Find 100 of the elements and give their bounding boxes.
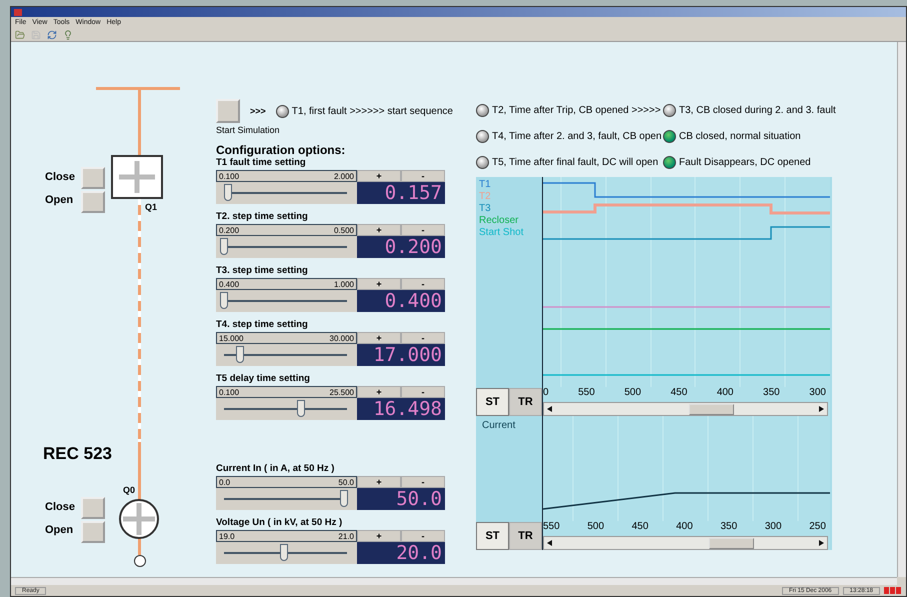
slider-thumb[interactable] bbox=[224, 184, 232, 201]
legend-label: Start Shot bbox=[479, 227, 524, 239]
legend-label: Recloser bbox=[479, 215, 520, 227]
range-bar: 0.400 1.000 bbox=[216, 278, 357, 290]
increase-button[interactable]: + bbox=[357, 278, 401, 290]
axis-label: 550 bbox=[578, 387, 595, 400]
close-label: Close bbox=[45, 501, 75, 513]
folder-icon[interactable] bbox=[15, 30, 25, 40]
axis-label: 300 bbox=[764, 521, 782, 534]
scrollbar[interactable] bbox=[897, 42, 906, 577]
scrollbar[interactable] bbox=[11, 577, 897, 585]
increase-button[interactable]: + bbox=[357, 386, 401, 398]
setting-label: T5 delay time setting bbox=[216, 373, 311, 385]
open-label: Open bbox=[45, 194, 74, 206]
indicator-label: T2, Time after Trip, CB opened >>>>> bbox=[476, 97, 663, 123]
slider-thumb[interactable] bbox=[236, 346, 244, 363]
indicator-label: T1, first fault >>>>>> start sequence bbox=[276, 98, 453, 124]
axis-label: 550 bbox=[543, 521, 560, 534]
setting-label: Current In ( in A, at 50 Hz ) bbox=[216, 463, 336, 475]
arrows-label: >>> bbox=[250, 106, 266, 116]
indicator-label: T5, Time after final fault, DC will open bbox=[476, 149, 663, 175]
axis-label: 500 bbox=[624, 387, 642, 400]
start-label: Start Simulation bbox=[216, 125, 281, 135]
open-button[interactable] bbox=[81, 191, 105, 213]
start-button[interactable] bbox=[216, 99, 240, 123]
close-button[interactable] bbox=[81, 497, 105, 519]
right-arrow-icon[interactable] bbox=[819, 406, 824, 412]
setting-label: T2. step time setting bbox=[216, 211, 309, 223]
terminal-icon bbox=[133, 554, 147, 568]
increase-button[interactable]: + bbox=[357, 530, 401, 542]
scroll-thumb[interactable] bbox=[689, 404, 734, 415]
legend-label: T1 bbox=[479, 179, 492, 191]
close-button[interactable] bbox=[81, 167, 105, 189]
increase-button[interactable]: + bbox=[357, 332, 401, 344]
chart-tab[interactable]: ST bbox=[476, 522, 509, 550]
breaker-label: Q1 bbox=[145, 202, 158, 212]
section-title: Configuration options: bbox=[216, 143, 346, 157]
axis-label: 300 bbox=[809, 387, 826, 400]
range-bar: 0.100 2.000 bbox=[216, 170, 357, 182]
decrease-button[interactable]: - bbox=[401, 530, 445, 542]
axis-label: 0 bbox=[543, 387, 549, 400]
scrollbar[interactable] bbox=[543, 536, 828, 550]
indicator-label: Fault Disappears, DC opened bbox=[663, 149, 886, 175]
axis-label: 500 bbox=[587, 521, 604, 534]
increase-button[interactable]: + bbox=[357, 224, 401, 236]
decrease-button[interactable]: - bbox=[401, 386, 445, 398]
left-arrow-icon[interactable] bbox=[547, 406, 552, 412]
chart-tab[interactable]: TR bbox=[509, 522, 542, 550]
open-button[interactable] bbox=[81, 521, 105, 543]
setting-label: T1 fault time setting bbox=[216, 157, 307, 169]
logo-icon bbox=[884, 587, 902, 594]
range-bar: 0.100 25.500 bbox=[216, 386, 357, 398]
indicator-label: CB closed, normal situation bbox=[663, 123, 886, 149]
setting-label: Voltage Un ( in kV, at 50 Hz ) bbox=[216, 517, 344, 529]
breaker-icon bbox=[118, 498, 160, 540]
scroll-thumb[interactable] bbox=[709, 538, 754, 549]
refresh-icon[interactable] bbox=[47, 30, 57, 40]
device-label: REC 523 bbox=[43, 444, 112, 464]
close-label: Close bbox=[45, 171, 75, 183]
indicator-label: T3, CB closed during 2. and 3. fault bbox=[663, 97, 886, 123]
scrollbar[interactable] bbox=[543, 402, 828, 416]
legend-label: T2 bbox=[479, 191, 492, 203]
slider-thumb[interactable] bbox=[340, 490, 348, 507]
decrease-button[interactable]: - bbox=[401, 170, 445, 182]
setting-label: T3. step time setting bbox=[216, 265, 309, 277]
increase-button[interactable]: + bbox=[357, 170, 401, 182]
chart-tab[interactable]: TR bbox=[509, 388, 542, 416]
axis-label: 250 bbox=[809, 521, 826, 534]
breaker-label: Q0 bbox=[123, 485, 136, 495]
value-display: 20.0 bbox=[357, 542, 445, 564]
axis-label: 450 bbox=[670, 387, 688, 400]
range-bar: 0.200 0.500 bbox=[216, 224, 357, 236]
slider-thumb[interactable] bbox=[220, 292, 228, 309]
slider-thumb[interactable] bbox=[220, 238, 228, 255]
range-bar: 15.000 30.000 bbox=[216, 332, 357, 344]
slider-thumb[interactable] bbox=[296, 400, 305, 417]
left-arrow-icon[interactable] bbox=[547, 540, 552, 546]
value-display: 0.157 bbox=[357, 182, 445, 204]
decrease-button[interactable]: - bbox=[401, 332, 445, 344]
increase-button[interactable]: + bbox=[357, 476, 401, 488]
decrease-button[interactable]: - bbox=[401, 476, 445, 488]
open-label: Open bbox=[45, 524, 74, 536]
indicator-label: T4, Time after 2. and 3, fault, CB open bbox=[476, 123, 663, 149]
range-bar: 0.0 50.0 bbox=[216, 476, 357, 488]
axis-label: 400 bbox=[716, 387, 734, 400]
axis-label: 400 bbox=[676, 521, 693, 534]
chart-title: Current bbox=[481, 419, 516, 433]
range-bar: 19.0 21.0 bbox=[216, 530, 357, 542]
decrease-button[interactable]: - bbox=[401, 278, 445, 290]
value-display: 0.400 bbox=[357, 290, 445, 312]
bulb-icon[interactable] bbox=[63, 30, 73, 40]
switch-icon bbox=[111, 155, 163, 199]
value-display: 50.0 bbox=[357, 488, 445, 510]
app-icon bbox=[14, 8, 22, 16]
right-arrow-icon[interactable] bbox=[819, 540, 824, 546]
axis-label: 450 bbox=[632, 521, 648, 534]
slider-thumb[interactable] bbox=[280, 544, 288, 561]
axis-label: 350 bbox=[763, 387, 780, 400]
chart-tab[interactable]: ST bbox=[476, 388, 509, 416]
decrease-button[interactable]: - bbox=[401, 224, 445, 236]
